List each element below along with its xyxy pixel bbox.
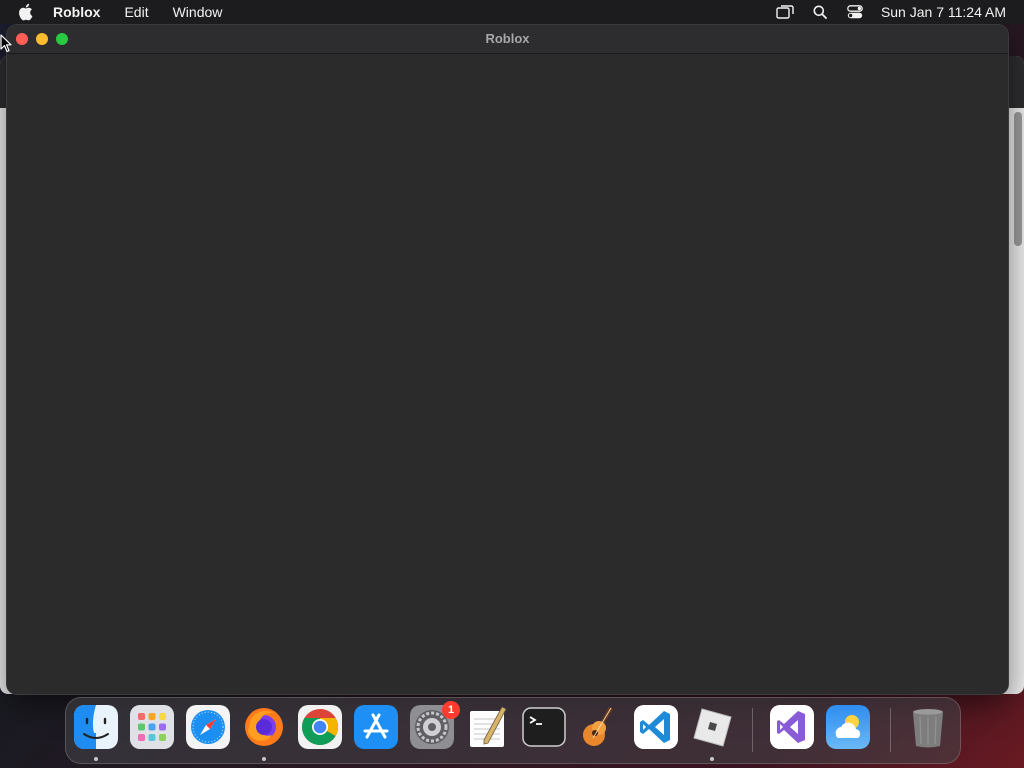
dock-separator xyxy=(890,708,891,752)
dock-weather[interactable] xyxy=(826,705,870,749)
launchpad-icon xyxy=(130,705,174,749)
window-title: Roblox xyxy=(485,31,530,46)
apple-menu-icon[interactable] xyxy=(17,3,35,21)
vscode-icon xyxy=(634,705,678,749)
finder-icon xyxy=(74,705,118,749)
dock-safari[interactable] xyxy=(186,705,230,749)
dock-trash[interactable] xyxy=(906,705,950,749)
textedit-icon xyxy=(470,706,507,747)
dock-visual-studio[interactable] xyxy=(770,705,814,749)
menu-bar: Roblox Edit Window Sun Jan 7 11:24 AM xyxy=(0,0,1024,24)
menu-app-name[interactable]: Roblox xyxy=(53,4,100,20)
menu-edit[interactable]: Edit xyxy=(124,4,148,20)
safari-icon xyxy=(186,705,230,749)
mouse-cursor-icon xyxy=(0,34,12,59)
app-store-icon xyxy=(354,705,398,749)
dock: 1 xyxy=(65,697,961,764)
dock-vscode[interactable] xyxy=(634,705,678,749)
terminal-icon xyxy=(522,707,566,747)
window-content-area[interactable] xyxy=(7,54,1008,694)
screen-mirroring-icon[interactable] xyxy=(775,3,795,21)
background-window-scrollbar[interactable] xyxy=(1014,112,1022,246)
dock-launchpad[interactable] xyxy=(130,705,174,749)
menu-bar-status-area: Sun Jan 7 11:24 AM xyxy=(760,0,1006,24)
visual-studio-icon xyxy=(770,705,814,749)
weather-icon xyxy=(826,705,870,749)
running-indicator xyxy=(710,757,714,761)
roblox-icon xyxy=(693,708,732,747)
chrome-icon xyxy=(298,705,342,749)
roblox-window: Roblox xyxy=(7,25,1008,694)
window-title-bar[interactable]: Roblox xyxy=(7,25,1008,54)
dock-roblox[interactable] xyxy=(690,705,734,749)
control-center-icon[interactable] xyxy=(845,3,865,21)
notification-badge: 1 xyxy=(442,701,460,719)
dock-app-store[interactable] xyxy=(354,705,398,749)
trash-icon xyxy=(913,709,943,748)
spotlight-search-icon[interactable] xyxy=(810,3,830,21)
firefox-icon xyxy=(245,708,283,746)
dock-textedit[interactable] xyxy=(466,705,510,749)
menu-bar-clock[interactable]: Sun Jan 7 11:24 AM xyxy=(881,4,1006,20)
dock-firefox[interactable] xyxy=(242,705,286,749)
dock-terminal[interactable] xyxy=(522,705,566,749)
dock-chrome[interactable] xyxy=(298,705,342,749)
dock-separator xyxy=(752,708,753,752)
garageband-icon xyxy=(583,707,613,746)
running-indicator xyxy=(94,757,98,761)
dock-finder[interactable] xyxy=(74,705,118,749)
running-indicator xyxy=(262,757,266,761)
dock-garageband[interactable] xyxy=(578,705,622,749)
menu-window[interactable]: Window xyxy=(173,4,223,20)
